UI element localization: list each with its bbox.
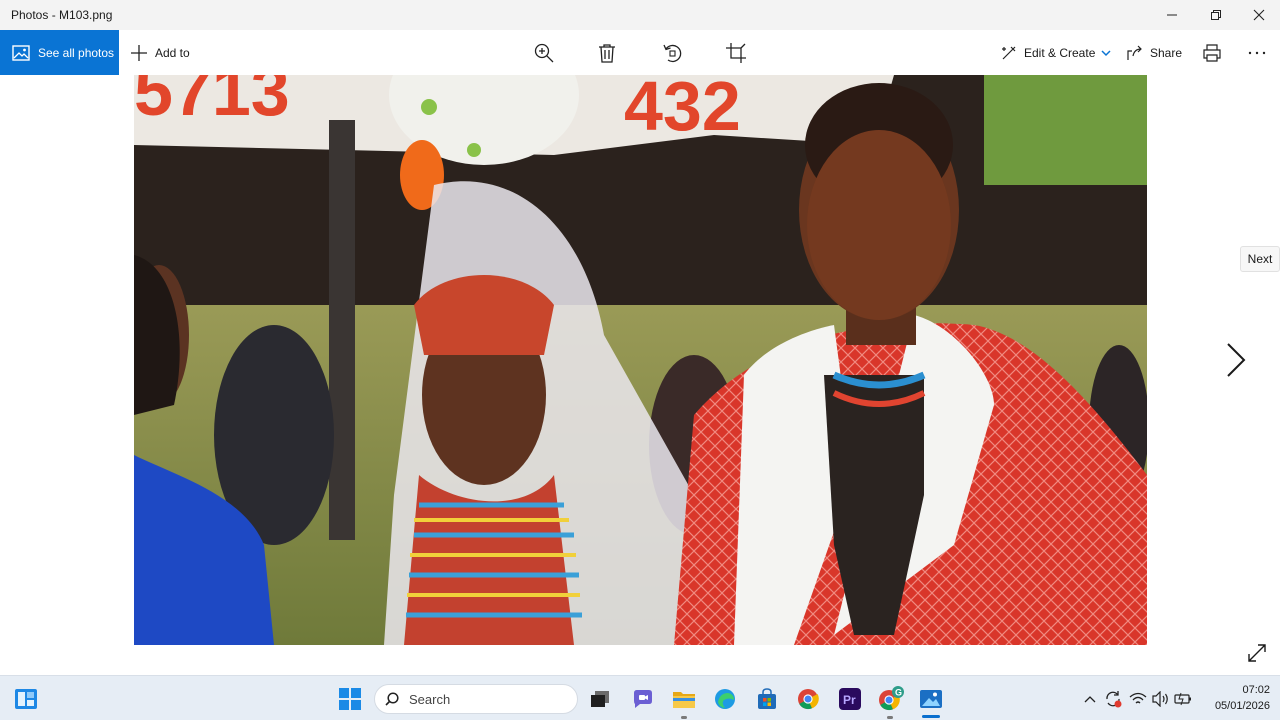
premiere-icon: Pr xyxy=(839,688,861,710)
widgets-button[interactable] xyxy=(13,686,39,712)
close-button[interactable] xyxy=(1237,0,1280,30)
next-tooltip: Next xyxy=(1240,246,1280,272)
crop-button[interactable] xyxy=(724,41,748,65)
premiere-button[interactable]: Pr xyxy=(837,686,863,712)
print-icon xyxy=(1203,44,1221,62)
print-button[interactable] xyxy=(1200,41,1224,65)
battery-icon xyxy=(1174,692,1191,706)
see-all-photos-button[interactable]: See all photos xyxy=(0,30,119,75)
crop-icon xyxy=(726,43,746,63)
task-view-button[interactable] xyxy=(587,686,613,712)
share-label: Share xyxy=(1150,45,1183,60)
sync-status-button[interactable] xyxy=(1100,686,1126,712)
photos-button[interactable] xyxy=(918,686,944,712)
window-title: Photos - M103.png xyxy=(11,8,113,22)
zoom-in-icon xyxy=(534,43,554,63)
add-to-button[interactable]: Add to xyxy=(130,30,190,75)
more-icon xyxy=(1248,51,1266,55)
svg-text:5713: 5713 xyxy=(134,75,290,130)
battery-button[interactable] xyxy=(1170,686,1196,712)
file-explorer-icon xyxy=(673,692,695,708)
taskbar: Search Pr G 07:02 05/01/2026 xyxy=(0,675,1280,720)
store-button[interactable] xyxy=(754,686,780,712)
search-placeholder: Search xyxy=(409,691,451,707)
edge-button[interactable] xyxy=(712,686,738,712)
clock-date: 05/01/2026 xyxy=(1214,700,1270,712)
edge-icon xyxy=(715,689,735,709)
minimize-icon xyxy=(1167,14,1177,16)
svg-text:432: 432 xyxy=(624,75,741,145)
chrome-profile-icon: G xyxy=(879,686,904,711)
edit-create-label: Edit & Create xyxy=(1024,45,1096,60)
start-icon xyxy=(339,688,361,710)
share-icon xyxy=(1127,45,1142,60)
toolbar: See all photos Add to Edit & Create Shar… xyxy=(0,30,1280,75)
profile-badge-label: G xyxy=(895,688,902,698)
delete-button[interactable] xyxy=(595,41,619,65)
sync-icon xyxy=(1106,691,1122,708)
clock-time: 07:02 xyxy=(1242,684,1270,696)
clock[interactable]: 07:02 05/01/2026 xyxy=(1198,682,1270,714)
chat-button[interactable] xyxy=(630,686,656,712)
photos-icon xyxy=(920,690,942,708)
plus-icon xyxy=(131,44,147,61)
photos-gallery-icon xyxy=(12,44,30,61)
chevron-right-icon xyxy=(1227,343,1246,377)
taskbar-search[interactable]: Search xyxy=(374,684,578,714)
volume-icon xyxy=(1152,691,1168,707)
rotate-button[interactable] xyxy=(660,41,684,65)
title-bar: Photos - M103.png xyxy=(0,0,1280,30)
photo-view[interactable]: 5713 432 xyxy=(134,75,1147,645)
more-button[interactable] xyxy=(1245,41,1269,65)
add-to-label: Add to xyxy=(155,45,190,60)
premiere-label: Pr xyxy=(843,693,856,707)
task-view-icon xyxy=(591,691,609,707)
next-button[interactable] xyxy=(1220,338,1252,382)
start-button[interactable] xyxy=(337,686,363,712)
wifi-icon xyxy=(1129,692,1147,704)
store-icon xyxy=(758,688,776,709)
photos-active-indicator xyxy=(922,715,940,718)
chat-icon xyxy=(634,690,652,708)
file-explorer-button[interactable] xyxy=(671,686,697,712)
chrome-button[interactable] xyxy=(795,686,821,712)
chrome-running-indicator xyxy=(887,716,893,719)
delete-icon xyxy=(599,44,615,63)
zoom-button[interactable] xyxy=(532,41,556,65)
edit-create-button[interactable]: Edit & Create xyxy=(1001,30,1111,75)
see-all-photos-label: See all photos xyxy=(38,45,115,60)
close-icon xyxy=(1253,9,1265,21)
explorer-running-indicator xyxy=(681,716,687,719)
chrome-icon xyxy=(798,689,819,710)
photo-image: 5713 432 xyxy=(134,75,1147,645)
chevron-down-icon xyxy=(1101,49,1111,56)
edit-create-icon xyxy=(1002,46,1016,59)
expand-button[interactable] xyxy=(1246,642,1268,664)
expand-icon xyxy=(1248,644,1266,662)
minimize-button[interactable] xyxy=(1150,0,1194,30)
widgets-icon xyxy=(15,689,37,709)
chrome-profile-button[interactable]: G xyxy=(878,686,904,712)
rotate-icon xyxy=(663,44,682,63)
restore-icon xyxy=(1211,10,1221,20)
search-icon xyxy=(385,692,399,706)
restore-button[interactable] xyxy=(1194,0,1238,30)
chevron-up-icon xyxy=(1084,696,1096,703)
share-button[interactable]: Share xyxy=(1127,30,1182,75)
